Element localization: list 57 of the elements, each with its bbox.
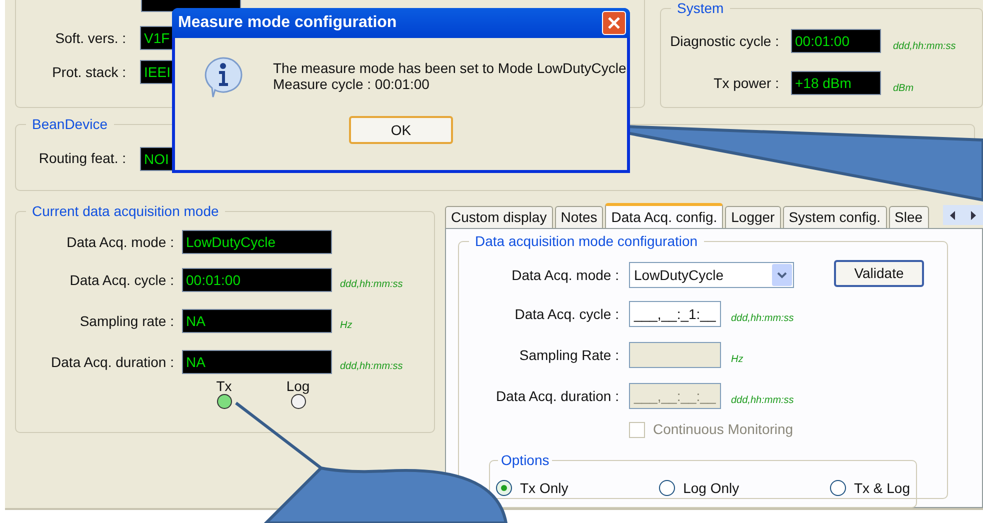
validate-button[interactable]: Validate	[834, 260, 924, 286]
tab[interactable]: Logger	[725, 206, 781, 228]
close-icon[interactable]	[608, 17, 620, 29]
input-field[interactable]: ___,__:_1:__	[629, 301, 721, 327]
unit-label: ddd,hh:mm:ss	[340, 361, 403, 372]
field-label: Data Acq. cycle :	[514, 304, 619, 324]
field-label: Data Acq. cycle :	[68, 270, 174, 290]
right-arrow-icon[interactable]	[970, 210, 976, 220]
field-label: Diagnostic cycle :	[669, 32, 779, 51]
tab[interactable]: System config.	[782, 206, 887, 228]
field-label: Data Acq. duration :	[495, 386, 619, 406]
tab[interactable]: Slee	[888, 206, 929, 228]
tab[interactable]: Notes	[554, 206, 604, 228]
field-label: Sampling rate :	[78, 312, 174, 331]
radio-label: Tx & Log	[854, 478, 910, 498]
unit-label: Hz	[731, 354, 744, 365]
tab-scroll-buttons[interactable]	[943, 205, 983, 225]
radio-button[interactable]	[830, 480, 846, 496]
info-icon	[203, 56, 243, 98]
unit-label: Hz	[340, 320, 352, 331]
tab[interactable]: Data Acq. config.	[605, 203, 724, 228]
field-label: Prot. stack :	[51, 62, 126, 82]
unit-label: dBm	[893, 83, 914, 94]
close-button[interactable]	[602, 11, 626, 35]
field-label: Data Acq. duration :	[50, 352, 174, 372]
display-field: 00:01:00	[182, 268, 332, 292]
radio-button[interactable]	[659, 480, 676, 496]
field-label: Tx power :	[712, 74, 779, 93]
field-label: Routing feat. :	[38, 149, 126, 168]
unit-label: ddd,hh:mm:ss	[893, 41, 956, 52]
display-field: NA	[182, 350, 332, 374]
display-field: LowDutyCycle	[182, 230, 332, 254]
chevron-down-icon[interactable]	[772, 264, 792, 286]
dialog-message: The measure mode has been set to Mode LowDutyCycle	[273, 60, 626, 76]
display-field: 00:01:00	[791, 29, 881, 53]
dialog-title: Measure mode configuration	[178, 13, 397, 33]
checkbox-label: Continuous Monitoring	[653, 420, 794, 439]
unit-label: ddd,hh:mm:ss	[731, 313, 794, 324]
mode-dropdown[interactable]: LowDutyCycle	[629, 262, 794, 288]
group-title: System	[671, 0, 730, 17]
display-field: +18 dBm	[791, 71, 881, 95]
dialog-message: Measure cycle : 00:01:00	[273, 76, 430, 92]
unit-label: ddd,hh:mm:ss	[731, 395, 794, 406]
display-field: NA	[182, 309, 332, 333]
left-arrow-icon[interactable]	[950, 210, 956, 220]
unit-label: ddd,hh:mm:ss	[340, 279, 403, 290]
field-label: Sampling Rate :	[518, 346, 619, 365]
field-label: Data Acq. mode :	[66, 232, 174, 252]
field-label: Data Acq. mode :	[510, 266, 619, 285]
radio-button[interactable]	[496, 480, 512, 496]
indicator-label: Log	[286, 379, 310, 394]
radio-label: Log Only	[683, 478, 740, 498]
ok-button[interactable]: OK	[349, 116, 453, 144]
indicator-label: Tx	[216, 379, 232, 394]
radio-label: Tx Only	[520, 478, 568, 498]
field-label: Soft. vers. :	[54, 28, 126, 48]
tab[interactable]: Custom display	[445, 206, 553, 228]
